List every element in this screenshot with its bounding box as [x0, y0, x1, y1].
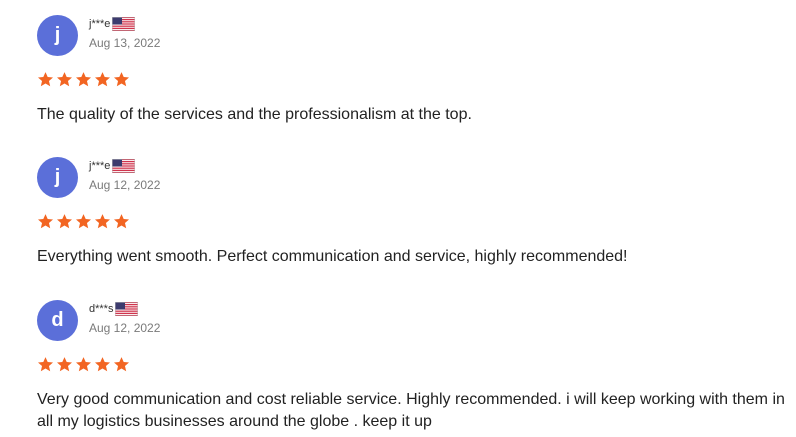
- star-icon: [113, 214, 130, 229]
- star-icon: [75, 357, 92, 372]
- review-date: Aug 12, 2022: [89, 178, 161, 192]
- star-icon: [37, 357, 54, 372]
- star-icon: [37, 214, 54, 229]
- star-icon: [56, 72, 73, 87]
- star-icon: [56, 214, 73, 229]
- review-text: Very good communication and cost reliabl…: [37, 391, 785, 430]
- us-flag-icon: [115, 302, 139, 316]
- reviewer-info: d***s: [89, 300, 139, 318]
- star-rating: [37, 356, 130, 373]
- review-text: The quality of the services and the prof…: [37, 106, 472, 123]
- us-flag-icon: [112, 17, 136, 31]
- avatar: j: [37, 157, 78, 198]
- star-icon: [113, 72, 130, 87]
- star-icon: [94, 72, 111, 87]
- star-rating: [37, 213, 130, 230]
- star-icon: [113, 357, 130, 372]
- star-icon: [75, 214, 92, 229]
- review-text: Everything went smooth. Perfect communic…: [37, 248, 628, 265]
- avatar: j: [37, 15, 78, 56]
- reviewer-info: j***e: [89, 157, 136, 175]
- reviewer-name: j***e: [89, 160, 111, 172]
- star-icon: [56, 357, 73, 372]
- star-icon: [94, 357, 111, 372]
- us-flag-icon: [112, 159, 136, 173]
- review-date: Aug 12, 2022: [89, 321, 161, 335]
- reviewer-name: j***e: [89, 18, 111, 30]
- reviewer-name: d***s: [89, 303, 114, 315]
- reviewer-info: j***e: [89, 15, 136, 33]
- review-date: Aug 13, 2022: [89, 36, 161, 50]
- avatar: d: [37, 300, 78, 341]
- star-icon: [37, 72, 54, 87]
- star-rating: [37, 71, 130, 88]
- star-icon: [75, 72, 92, 87]
- star-icon: [94, 214, 111, 229]
